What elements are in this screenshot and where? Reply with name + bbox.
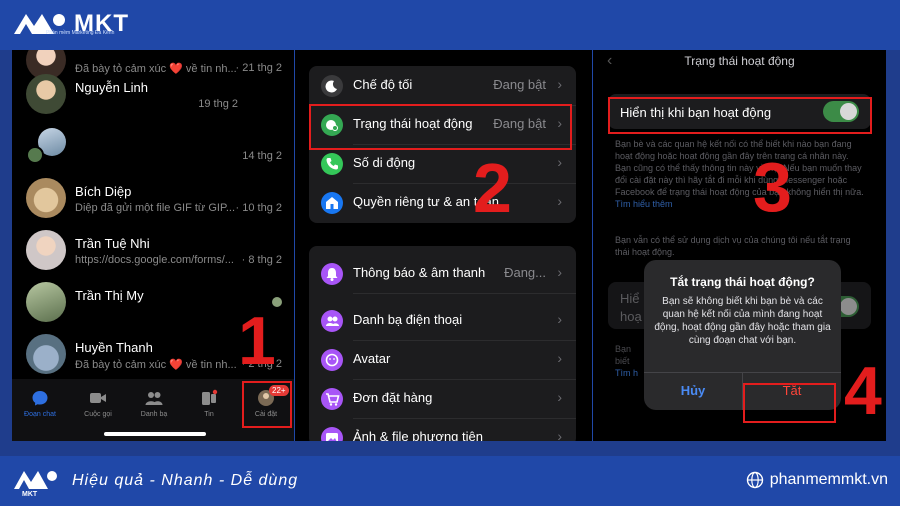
setting-media[interactable]: Ảnh & file phương tiện › — [309, 418, 576, 441]
avatar — [26, 178, 66, 218]
tab-label: Đoạn chat — [24, 411, 56, 418]
chat-preview: Đã bày tỏ cảm xúc ❤️ về tin nh... — [75, 359, 237, 371]
chat-preview: https://docs.google.com/forms/... — [75, 254, 234, 266]
setting-label: Chế độ tối — [353, 77, 413, 92]
avatar — [26, 282, 66, 322]
chat-name: Bích Diệp — [75, 184, 132, 199]
chat-item[interactable]: Bích Diệp Diệp đã gửi một file GIF từ GI… — [12, 178, 294, 228]
chat-name: Trần Tuệ Nhi — [75, 236, 150, 251]
dialog-body: Bạn sẽ không biết khi bạn bè và các quan… — [654, 296, 831, 346]
avatar — [26, 74, 66, 114]
contacts-icon — [321, 310, 343, 332]
setting-orders[interactable]: Đơn đặt hàng › — [309, 379, 576, 418]
chat-time: · 10 thg 2 — [235, 202, 282, 214]
home-indicator — [104, 432, 206, 436]
chat-item[interactable]: Trần Tuệ Nhi https://docs.google.com/for… — [12, 230, 294, 280]
chevron-right-icon: › — [557, 264, 562, 280]
cart-icon — [321, 388, 343, 410]
globe-icon — [746, 471, 763, 489]
tab-stories[interactable]: Tin — [184, 389, 234, 418]
page-title: Trạng thái hoạt động — [684, 54, 795, 68]
avatar-face-icon — [321, 349, 343, 371]
bottom-banner: MKT Hiệu quả - Nhanh - Dễ dùng phanmemmk… — [0, 456, 900, 506]
mkt-logo-icon: MKT — [14, 471, 57, 497]
chevron-right-icon: › — [557, 311, 562, 327]
bell-icon — [321, 263, 343, 285]
chat-preview: Diệp đã gửi một file GIF từ GIP... — [75, 202, 236, 214]
avatar — [26, 334, 66, 374]
toggle-knob — [840, 298, 857, 315]
shield-home-icon — [321, 192, 343, 214]
video-camera-icon — [90, 393, 106, 403]
chevron-right-icon: › — [557, 389, 562, 405]
highlight-turn-off-button — [743, 383, 836, 423]
learn-more-link[interactable]: Tìm hiểu thêm — [615, 199, 673, 209]
avatar — [26, 230, 66, 270]
setting-value: Đang bật — [493, 77, 546, 92]
chevron-right-icon: › — [557, 193, 562, 209]
moon-icon — [321, 75, 343, 97]
chat-time: 19 thg 2 — [198, 98, 238, 110]
setting-label: Avatar — [353, 351, 391, 366]
dialog-title: Tắt trạng thái hoạt động? — [670, 275, 815, 289]
chevron-right-icon: › — [557, 350, 562, 366]
chevron-right-icon: › — [557, 154, 562, 170]
highlight-active-status-row — [309, 104, 572, 150]
step-number-2: 2 — [473, 149, 512, 227]
setting-label: Thông báo & âm thanh — [353, 265, 486, 280]
svg-text:MKT: MKT — [22, 491, 38, 497]
description-text: Bạn bè và các quan hệ kết nối có thể biế… — [615, 139, 864, 209]
chat-bubble-icon — [32, 391, 48, 406]
setting-dark-mode[interactable]: Chế độ tối Đang bật › — [309, 66, 576, 105]
chat-name: Nguyễn Linh — [75, 80, 148, 95]
people-icon — [145, 392, 163, 405]
screenshot-area: Đã bày tỏ cảm xúc ❤️ về tin nh... · 21 t… — [12, 50, 886, 441]
tab-label: Danh bạ — [140, 411, 168, 418]
group-avatar — [26, 146, 44, 164]
website-text: phanmemmkt.vn — [769, 471, 888, 488]
setting-phone-contacts[interactable]: Danh bạ điện thoại › — [309, 301, 576, 340]
chat-time: · 21 thg 2 — [235, 62, 282, 74]
setting-label: Ảnh & file phương tiện — [353, 429, 483, 441]
chat-name: Trần Thị My — [75, 288, 144, 303]
chat-time: 14 thg 2 — [242, 150, 282, 162]
highlight-settings-tab — [242, 381, 292, 428]
row-label: Hiể hoạ — [620, 291, 642, 324]
setting-avatar[interactable]: Avatar › — [309, 340, 576, 379]
chevron-right-icon: › — [557, 428, 562, 441]
settings-group-preferences: Thông báo & âm thanh Đang... › Danh bạ đ… — [309, 246, 576, 441]
setting-label: Số di động — [353, 155, 416, 170]
row-divider — [353, 293, 576, 294]
setting-notifications-sounds[interactable]: Thông báo & âm thanh Đang... › — [309, 254, 576, 293]
step-number-1: 1 — [238, 303, 276, 379]
step-number-3: 3 — [753, 148, 792, 226]
brand-slogan: Hiệu quả - Nhanh - Dễ dùng — [72, 472, 299, 489]
tab-label: Tin — [204, 411, 214, 418]
chat-item[interactable]: 14 thg 2 — [12, 126, 294, 176]
chat-name: Huyền Thanh — [75, 340, 153, 355]
phone-icon — [321, 153, 343, 175]
photo-icon — [321, 427, 343, 441]
website-link[interactable]: phanmemmkt.vn — [746, 471, 888, 489]
chat-time: · 8 thg 2 — [241, 254, 282, 266]
highlight-toggle-row — [608, 97, 872, 134]
cancel-button[interactable]: Hủy — [644, 372, 742, 410]
top-banner: MKT Phần mềm Marketing Đa Kênh — [0, 0, 900, 50]
setting-label: Đơn đặt hàng — [353, 390, 433, 405]
setting-value: Đang... — [504, 265, 546, 280]
tab-contacts[interactable]: Danh bạ — [129, 389, 179, 418]
setting-label: Danh bạ điện thoại — [353, 312, 463, 327]
setting-privacy-safety[interactable]: Quyền riêng tư & an toàn › — [309, 183, 576, 222]
chevron-right-icon: › — [557, 76, 562, 92]
tab-chats[interactable]: Đoạn chat — [15, 389, 65, 418]
step-number-4: 4 — [844, 353, 882, 429]
tab-label: Cuộc gọi — [84, 411, 112, 418]
stories-icon — [202, 389, 218, 405]
description-text-2: Bạn vẫn có thể sử dụng dịch vụ của chúng… — [615, 235, 851, 257]
chat-item[interactable]: Nguyễn Linh 19 thg 2 — [12, 74, 294, 124]
brand-tagline: Phần mềm Marketing Đa Kênh — [46, 30, 115, 36]
tab-calls[interactable]: Cuộc gọi — [73, 389, 123, 418]
